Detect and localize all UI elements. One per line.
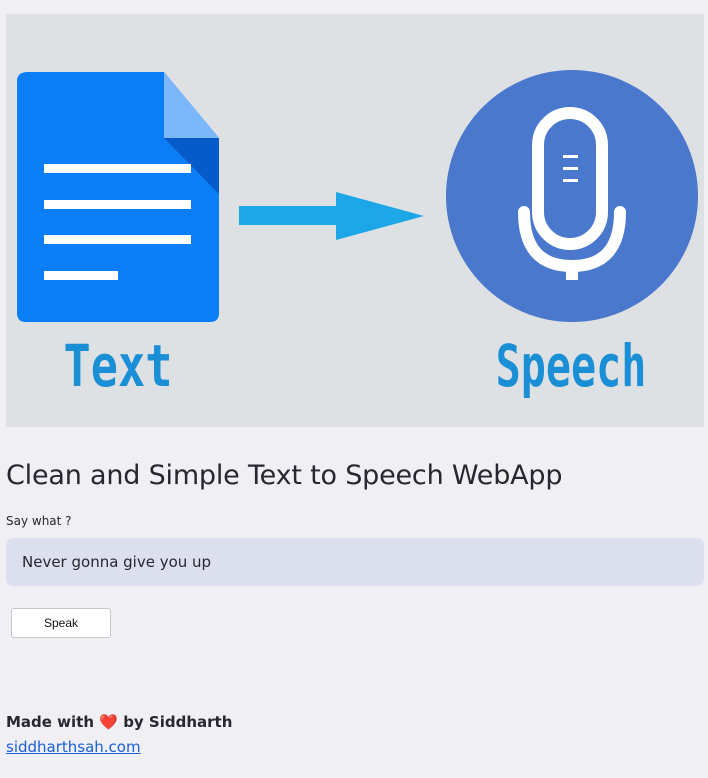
hero-caption-speech: Speech [496, 332, 647, 400]
footer-made-with: Made with [6, 713, 95, 731]
hero-banner: Text Speech [6, 14, 704, 427]
page-title: Clean and Simple Text to Speech WebApp [6, 460, 563, 491]
speak-button[interactable]: Speak [11, 608, 111, 638]
arrow-right-icon [239, 192, 424, 240]
author-website-link[interactable]: siddharthsah.com [6, 738, 141, 756]
microphone-icon [446, 70, 698, 322]
document-icon [17, 72, 219, 322]
heart-icon: ❤️ [99, 713, 118, 731]
hero-caption-text: Text [64, 334, 173, 401]
footer-credit: Made with ❤️ by Siddharth [6, 713, 232, 731]
input-label: Say what ? [6, 514, 72, 528]
footer-author: by Siddharth [123, 713, 233, 731]
speech-text-input[interactable] [6, 538, 704, 586]
